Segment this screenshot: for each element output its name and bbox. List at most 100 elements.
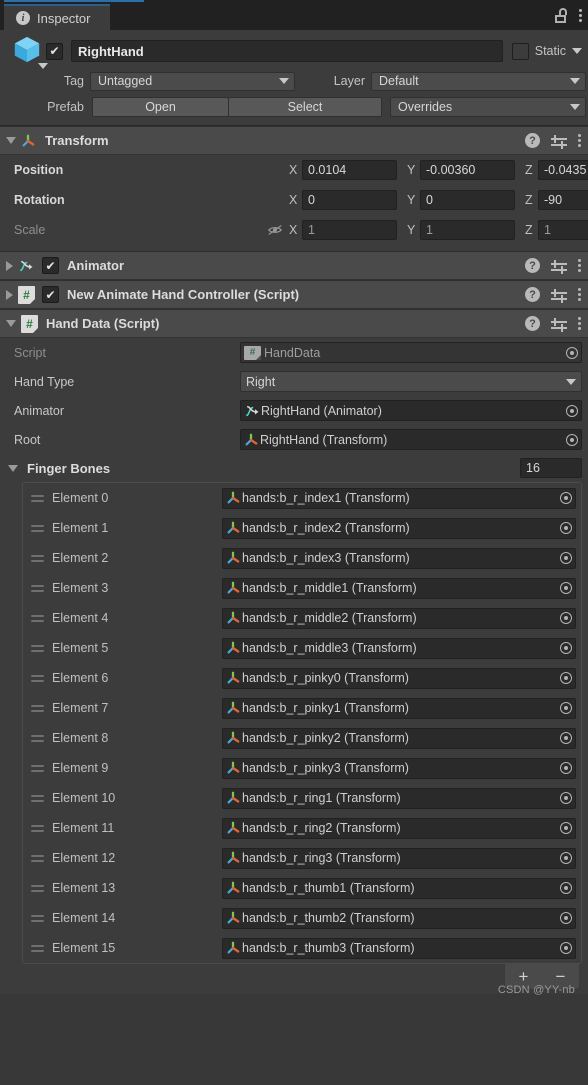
gameobject-name-input[interactable]: RightHand bbox=[71, 40, 503, 62]
position-y-input[interactable]: -0.00360 bbox=[420, 160, 515, 180]
element-object-field[interactable]: hands:b_r_middle1 (Transform) bbox=[222, 577, 576, 599]
kebab-menu-icon[interactable] bbox=[579, 8, 582, 22]
preset-settings-icon[interactable] bbox=[551, 259, 567, 274]
component-header-transform[interactable]: Transform ? bbox=[0, 126, 588, 155]
component-header-hand-data[interactable]: # Hand Data (Script) ? bbox=[0, 309, 588, 338]
element-object-field[interactable]: hands:b_r_middle2 (Transform) bbox=[222, 607, 576, 629]
element-object-field[interactable]: hands:b_r_ring2 (Transform) bbox=[222, 817, 576, 839]
object-picker-icon[interactable] bbox=[556, 669, 575, 688]
element-object-field[interactable]: hands:b_r_ring1 (Transform) bbox=[222, 787, 576, 809]
animator-object-field[interactable]: RightHand (Animator) bbox=[240, 400, 582, 421]
drag-handle-icon[interactable] bbox=[31, 824, 44, 832]
element-object-field[interactable]: hands:b_r_thumb1 (Transform) bbox=[222, 877, 576, 899]
foldout-open-icon[interactable] bbox=[6, 137, 16, 144]
drag-handle-icon[interactable] bbox=[31, 584, 44, 592]
drag-handle-icon[interactable] bbox=[31, 644, 44, 652]
object-picker-icon[interactable] bbox=[556, 909, 575, 928]
scale-y-input[interactable]: 1 bbox=[420, 220, 515, 240]
object-picker-icon[interactable] bbox=[556, 639, 575, 658]
foldout-open-icon[interactable] bbox=[8, 464, 18, 472]
object-picker-icon[interactable] bbox=[556, 939, 575, 958]
foldout-open-icon[interactable] bbox=[6, 320, 16, 327]
element-object-field[interactable]: hands:b_r_pinky3 (Transform) bbox=[222, 757, 576, 779]
element-object-field[interactable]: hands:b_r_pinky1 (Transform) bbox=[222, 697, 576, 719]
element-object-field[interactable]: hands:b_r_pinky2 (Transform) bbox=[222, 727, 576, 749]
help-icon[interactable]: ? bbox=[525, 133, 540, 148]
drag-handle-icon[interactable] bbox=[31, 524, 44, 532]
drag-handle-icon[interactable] bbox=[31, 914, 44, 922]
element-object-field[interactable]: hands:b_r_index2 (Transform) bbox=[222, 517, 576, 539]
object-picker-icon[interactable] bbox=[562, 401, 581, 420]
element-object-field[interactable]: hands:b_r_thumb2 (Transform) bbox=[222, 907, 576, 929]
element-object-field[interactable]: hands:b_r_thumb3 (Transform) bbox=[222, 937, 576, 959]
element-object-field[interactable]: hands:b_r_index1 (Transform) bbox=[222, 487, 576, 509]
static-dropdown-icon[interactable] bbox=[572, 48, 582, 54]
prefab-select-button[interactable]: Select bbox=[229, 97, 382, 117]
script-enabled-checkbox[interactable]: ✔ bbox=[42, 286, 59, 303]
tag-dropdown[interactable]: Untagged bbox=[90, 71, 295, 91]
object-picker-icon[interactable] bbox=[556, 489, 575, 508]
object-picker-icon[interactable] bbox=[556, 879, 575, 898]
element-object-field[interactable]: hands:b_r_pinky0 (Transform) bbox=[222, 667, 576, 689]
object-picker-icon[interactable] bbox=[556, 789, 575, 808]
prefab-overrides-dropdown[interactable]: Overrides bbox=[390, 97, 586, 117]
preset-settings-icon[interactable] bbox=[551, 134, 567, 149]
finger-bones-size-input[interactable]: 16 bbox=[520, 458, 582, 478]
finger-bones-header[interactable]: Finger Bones 16 bbox=[0, 454, 588, 482]
scale-lock-off-icon[interactable] bbox=[267, 223, 283, 237]
component-header-new-animate-hand-controller[interactable]: # ✔ New Animate Hand Controller (Script)… bbox=[0, 280, 588, 309]
rotation-z-input[interactable]: -90 bbox=[538, 190, 588, 210]
object-picker-icon[interactable] bbox=[556, 579, 575, 598]
drag-handle-icon[interactable] bbox=[31, 734, 44, 742]
drag-handle-icon[interactable] bbox=[31, 674, 44, 682]
object-picker-icon[interactable] bbox=[556, 699, 575, 718]
drag-handle-icon[interactable] bbox=[31, 944, 44, 952]
help-icon[interactable]: ? bbox=[525, 316, 540, 331]
tab-inspector[interactable]: i Inspector bbox=[4, 4, 111, 30]
object-picker-icon[interactable] bbox=[556, 519, 575, 538]
position-z-input[interactable]: -0.0435 bbox=[538, 160, 588, 180]
element-object-field[interactable]: hands:b_r_index3 (Transform) bbox=[222, 547, 576, 569]
object-picker-icon[interactable] bbox=[562, 430, 581, 449]
prefab-open-button[interactable]: Open bbox=[92, 97, 229, 117]
drag-handle-icon[interactable] bbox=[31, 794, 44, 802]
static-checkbox[interactable] bbox=[511, 42, 529, 60]
element-object-field[interactable]: hands:b_r_middle3 (Transform) bbox=[222, 637, 576, 659]
object-picker-icon[interactable] bbox=[556, 819, 575, 838]
object-picker-icon[interactable] bbox=[556, 759, 575, 778]
animator-enabled-checkbox[interactable]: ✔ bbox=[42, 257, 59, 274]
lock-open-icon[interactable] bbox=[554, 7, 567, 23]
kebab-menu-icon[interactable] bbox=[578, 317, 581, 330]
object-picker-icon[interactable] bbox=[556, 549, 575, 568]
object-picker-icon[interactable] bbox=[556, 609, 575, 628]
help-icon[interactable]: ? bbox=[525, 287, 540, 302]
drag-handle-icon[interactable] bbox=[31, 764, 44, 772]
kebab-menu-icon[interactable] bbox=[578, 259, 581, 272]
rotation-x-input[interactable]: 0 bbox=[302, 190, 397, 210]
foldout-closed-icon[interactable] bbox=[6, 289, 13, 300]
scale-x-input[interactable]: 1 bbox=[302, 220, 397, 240]
object-picker-icon[interactable] bbox=[556, 729, 575, 748]
hand-type-dropdown[interactable]: Right bbox=[240, 371, 582, 392]
root-object-field[interactable]: RightHand (Transform) bbox=[240, 429, 582, 450]
rotation-y-input[interactable]: 0 bbox=[420, 190, 515, 210]
preset-settings-icon[interactable] bbox=[551, 288, 567, 303]
scale-z-input[interactable]: 1 bbox=[538, 220, 588, 240]
chevron-down-icon[interactable] bbox=[38, 63, 48, 69]
drag-handle-icon[interactable] bbox=[31, 884, 44, 892]
kebab-menu-icon[interactable] bbox=[578, 134, 581, 147]
object-picker-icon[interactable] bbox=[562, 343, 581, 362]
preset-settings-icon[interactable] bbox=[551, 317, 567, 332]
position-x-input[interactable]: 0.0104 bbox=[302, 160, 397, 180]
gameobject-enabled-checkbox[interactable]: ✔ bbox=[46, 42, 63, 60]
help-icon[interactable]: ? bbox=[525, 258, 540, 273]
foldout-closed-icon[interactable] bbox=[6, 260, 13, 271]
layer-dropdown[interactable]: Default bbox=[371, 71, 586, 91]
drag-handle-icon[interactable] bbox=[31, 704, 44, 712]
drag-handle-icon[interactable] bbox=[31, 614, 44, 622]
kebab-menu-icon[interactable] bbox=[578, 288, 581, 301]
element-object-field[interactable]: hands:b_r_ring3 (Transform) bbox=[222, 847, 576, 869]
component-header-animator[interactable]: ✔ Animator ? bbox=[0, 251, 588, 280]
drag-handle-icon[interactable] bbox=[31, 494, 44, 502]
drag-handle-icon[interactable] bbox=[31, 854, 44, 862]
